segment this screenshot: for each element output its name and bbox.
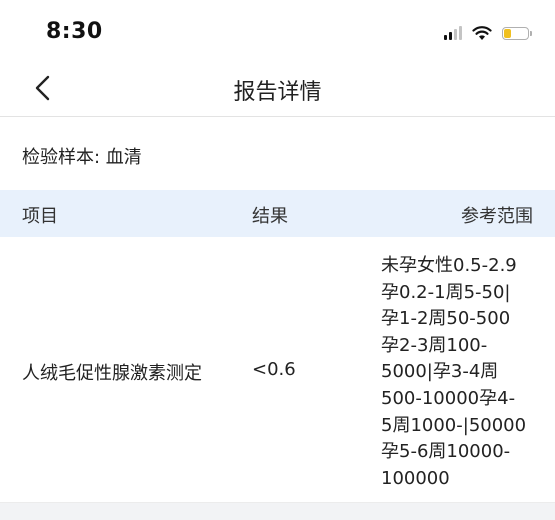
battery-fill <box>504 28 511 38</box>
status-bar: 8:30 <box>0 0 555 62</box>
reference-range-line: 5周1000-|50000 <box>381 414 527 436</box>
reference-range-line: 孕5-6周10000- <box>381 441 511 463</box>
reference-range-line: 孕1-2周50-500 <box>381 308 511 330</box>
reference-range-line: 未孕女性0.5-2.9 <box>381 255 517 276</box>
table-header: 项目 结果 参考范围 <box>0 190 555 237</box>
page-title: 报告详情 <box>233 80 322 105</box>
table-row: 人绒毛促性腺激素测定 <0.6 未孕女性0.5-2.9 孕0.2-1周5-50|… <box>0 237 555 503</box>
status-icons <box>444 22 532 44</box>
column-header-item: 项目 <box>22 206 58 227</box>
reference-range-line: 100000 <box>381 467 450 489</box>
reference-range-line: 孕0.2-1周5-50| <box>381 281 511 303</box>
battery-icon <box>502 26 532 40</box>
column-header-range: 参考范围 <box>461 206 533 227</box>
reference-range: 未孕女性0.5-2.9 孕0.2-1周5-50| 孕1-2周50-500 孕2-… <box>381 253 541 492</box>
cellular-signal-icon <box>444 26 462 40</box>
reference-range-line: 5000|孕3-4周 <box>381 361 499 383</box>
column-header-result: 结果 <box>252 206 288 227</box>
reference-range-line: 500-10000孕4- <box>381 387 516 409</box>
test-item-name: 人绒毛促性腺激素测定 <box>22 363 202 384</box>
test-result-value: <0.6 <box>252 359 296 380</box>
nav-bar: 报告详情 <box>0 62 555 117</box>
sample-label: 检验样本: 血清 <box>22 147 142 168</box>
reference-range-line: 孕2-3周100- <box>381 334 488 356</box>
wifi-icon <box>472 26 492 40</box>
status-time: 8:30 <box>46 19 103 44</box>
bottom-divider <box>0 503 555 520</box>
